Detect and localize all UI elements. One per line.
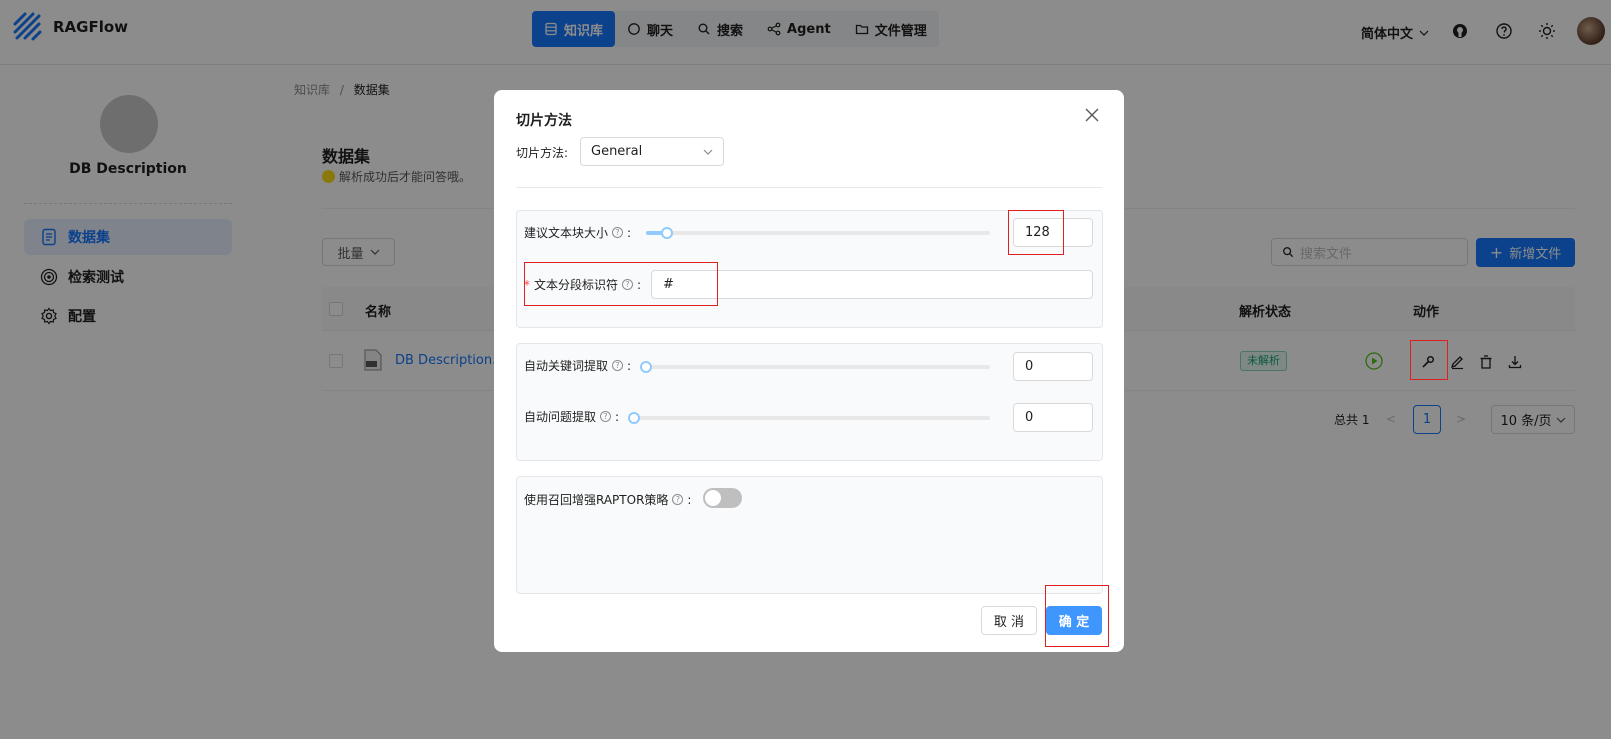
raptor-label-group: 使用召回增强RAPTOR策略 ?: [524,492,692,508]
help-icon[interactable]: ? [612,227,624,238]
dialog-title: 切片方法 [516,113,572,129]
chunk-size-label-group: 建议文本块大小 ?: [524,225,632,241]
chunk-size-label: 建议文本块大小 [524,226,609,240]
chevron-down-icon [703,149,713,155]
help-icon[interactable]: ? [600,411,612,422]
auto-keywords-slider[interactable] [640,361,990,373]
chunk-method-select[interactable]: General [580,137,724,166]
help-icon[interactable]: ? [672,494,684,505]
cancel-button[interactable]: 取 消 [981,606,1037,635]
highlight-box-tool-action [1410,340,1448,380]
chunk-method-value: General [591,144,643,159]
raptor-toggle-knob [705,490,721,506]
auto-questions-slider-handle[interactable] [628,412,640,424]
auto-questions-slider[interactable] [628,412,990,424]
help-icon[interactable]: ? [612,360,624,371]
highlight-box-chunk-size [1008,210,1064,255]
chunk-size-slider-handle[interactable] [661,227,673,239]
auto-keywords-input[interactable]: 0 [1013,352,1093,381]
auto-keywords-label: 自动关键词提取 [524,359,609,373]
auto-questions-label-group: 自动问题提取 ?: [524,409,620,425]
highlight-box-ok [1045,585,1109,647]
auto-questions-label: 自动问题提取 [524,410,597,424]
close-icon[interactable] [1084,107,1100,123]
auto-keywords-slider-handle[interactable] [640,361,652,373]
raptor-toggle[interactable] [703,488,742,508]
chunk-size-slider[interactable] [646,227,990,239]
chunk-method-label: 切片方法: [516,146,569,160]
chunk-method-dialog: 切片方法 切片方法: General 建议文本块大小 ?: 128 * 文本分段… [494,90,1124,652]
auto-questions-input[interactable]: 0 [1013,403,1093,432]
raptor-label: 使用召回增强RAPTOR策略 [524,493,669,507]
dialog-divider [516,187,1102,188]
auto-keywords-label-group: 自动关键词提取 ?: [524,358,632,374]
highlight-box-delimiter [524,262,718,306]
